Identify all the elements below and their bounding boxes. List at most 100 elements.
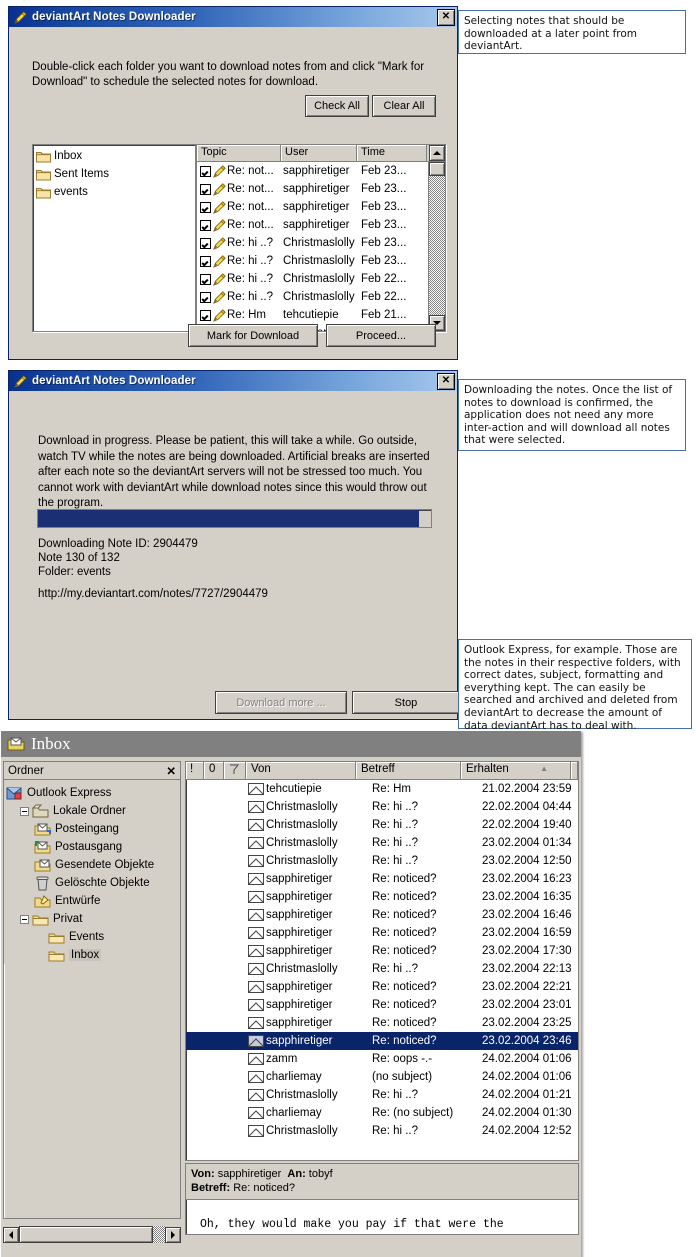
note-user: Christmaslolly bbox=[283, 291, 355, 303]
folder-icon bbox=[48, 930, 65, 945]
message-row[interactable]: sapphiretiger Re: noticed? 23.02.2004 23:2… bbox=[186, 1014, 578, 1032]
scroll-right-button[interactable] bbox=[165, 1226, 181, 1243]
envelope-icon bbox=[248, 837, 264, 849]
note-row[interactable]: Re: not... sapphiretiger Feb 23... bbox=[197, 180, 428, 198]
folder-tree-item-inbox[interactable]: Inbox bbox=[6, 946, 180, 964]
folder-tree-item-events[interactable]: Events bbox=[6, 928, 180, 946]
annotation-outlook-express: Outlook Express, for example. Those are … bbox=[458, 639, 692, 732]
folder-tree-item-outlook-express[interactable]: Outlook Express bbox=[6, 784, 180, 802]
message-row[interactable]: Christmaslolly Re: hi ..? 23.02.2004 22:13 bbox=[186, 960, 578, 978]
outlook-header-title: Inbox bbox=[31, 734, 71, 753]
folder-label: Sent Items bbox=[54, 168, 109, 180]
download-more-button[interactable]: Download more ... bbox=[215, 691, 347, 714]
message-received: 23.02.2004 23:01 bbox=[482, 999, 572, 1011]
hscroll-thumb[interactable] bbox=[19, 1226, 153, 1243]
folders-horizontal-scrollbar[interactable] bbox=[3, 1226, 181, 1243]
folder-tree-item-entw-rfe[interactable]: Entwürfe bbox=[6, 892, 180, 910]
pencil-icon bbox=[213, 254, 226, 268]
note-row[interactable]: Re: not... sapphiretiger Feb 23... bbox=[197, 198, 428, 216]
folders-close-icon[interactable]: ✕ bbox=[166, 764, 176, 778]
folder-tree-item-postausgang[interactable]: Postausgang bbox=[6, 838, 180, 856]
column-header-attachment[interactable]: 0 bbox=[204, 762, 224, 779]
message-row[interactable]: Christmaslolly Re: hi ..? 22.02.2004 04:44 bbox=[186, 798, 578, 816]
note-checkbox[interactable] bbox=[200, 237, 211, 249]
note-checkbox[interactable] bbox=[200, 255, 211, 267]
note-checkbox[interactable] bbox=[200, 309, 211, 321]
tree-expander-icon[interactable] bbox=[20, 914, 29, 924]
window1-titlebar[interactable]: deviantArt Notes Downloader ✕ bbox=[9, 7, 457, 27]
hscroll-track[interactable] bbox=[19, 1226, 165, 1243]
column-header-topic[interactable]: Topic bbox=[197, 145, 281, 161]
close-icon[interactable]: ✕ bbox=[437, 8, 455, 26]
note-checkbox[interactable] bbox=[200, 219, 211, 231]
scrollbar-thumb[interactable] bbox=[429, 162, 445, 176]
folder-list-item[interactable]: events bbox=[33, 183, 195, 201]
column-header-subject[interactable]: Betreff bbox=[356, 762, 461, 779]
note-row[interactable]: Re: not... sapphiretiger Feb 23... bbox=[197, 162, 428, 180]
column-header-priority[interactable]: ! bbox=[186, 762, 204, 779]
proceed-button[interactable]: Proceed... bbox=[326, 324, 436, 347]
notes-list[interactable]: Topic User Time Re: not... sapphiretiger F… bbox=[196, 144, 446, 332]
note-row[interactable]: Re: hi ..? Christmaslolly Feb 23... bbox=[197, 252, 428, 270]
message-row[interactable]: Christmaslolly Re: hi ..? 24.02.2004 12:52 bbox=[186, 1122, 578, 1140]
clear-all-button[interactable]: Clear All bbox=[372, 95, 436, 117]
note-row[interactable]: Re: hi ..? Christmaslolly Feb 23... bbox=[197, 234, 428, 252]
message-row[interactable]: tehcutiepie Re: Hm 21.02.2004 23:59 bbox=[186, 780, 578, 798]
mark-for-download-button[interactable]: Mark for Download bbox=[188, 324, 318, 347]
folder-list[interactable]: Inbox Sent Items events bbox=[32, 144, 196, 332]
message-list[interactable]: ! 0 Von Betreff Erhalten ▲ tehcutiepie Re… bbox=[185, 761, 579, 1161]
column-header-received[interactable]: Erhalten ▲ bbox=[461, 762, 571, 779]
note-checkbox[interactable] bbox=[200, 273, 211, 285]
outlook-bottom-bar bbox=[1, 1244, 581, 1257]
tree-expander-icon[interactable] bbox=[20, 806, 29, 816]
download-status: Downloading Note ID: 2904479 Note 130 of… bbox=[38, 537, 198, 579]
message-row[interactable]: zamm Re: oops -.- 24.02.2004 01:06 bbox=[186, 1050, 578, 1068]
note-checkbox[interactable] bbox=[200, 183, 211, 195]
column-header-flag[interactable] bbox=[224, 762, 246, 779]
envelope-icon bbox=[248, 1125, 264, 1137]
folder-tree-item-gel-schte-objekte[interactable]: Gelöschte Objekte bbox=[6, 874, 180, 892]
message-received: 23.02.2004 17:30 bbox=[482, 945, 572, 957]
notes-vertical-scrollbar[interactable] bbox=[428, 162, 445, 331]
scroll-up-button[interactable] bbox=[429, 145, 445, 161]
message-row[interactable]: sapphiretiger Re: noticed? 23.02.2004 16:3… bbox=[186, 888, 578, 906]
column-header-time[interactable]: Time bbox=[357, 145, 427, 161]
message-row[interactable]: sapphiretiger Re: noticed? 23.02.2004 23:0… bbox=[186, 996, 578, 1014]
folder-tree-item-lokale-ordner[interactable]: Lokale Ordner bbox=[6, 802, 180, 820]
window2-titlebar[interactable]: deviantArt Notes Downloader ✕ bbox=[9, 371, 457, 391]
note-row[interactable]: Re: hi ..? Christmaslolly Feb 22... bbox=[197, 288, 428, 306]
folder-tree-item-gesendete-objekte[interactable]: Gesendete Objekte bbox=[6, 856, 180, 874]
scroll-left-button[interactable] bbox=[3, 1226, 19, 1243]
message-row[interactable]: Christmaslolly Re: hi ..? 24.02.2004 01:21 bbox=[186, 1086, 578, 1104]
close-icon[interactable]: ✕ bbox=[437, 372, 455, 390]
message-row[interactable]: charliemay Re: (no subject) 24.02.2004 01:… bbox=[186, 1104, 578, 1122]
folder-tree-label: Entwürfe bbox=[55, 895, 101, 907]
note-row[interactable]: Re: hi ..? Christmaslolly Feb 22... bbox=[197, 270, 428, 288]
message-row[interactable]: Christmaslolly Re: hi ..? 23.02.2004 01:34 bbox=[186, 834, 578, 852]
note-checkbox[interactable] bbox=[200, 165, 211, 177]
folder-list-item[interactable]: Sent Items bbox=[33, 165, 195, 183]
envelope-icon bbox=[248, 981, 264, 993]
message-from: Christmaslolly bbox=[266, 963, 338, 975]
message-row[interactable]: sapphiretiger Re: noticed? 23.02.2004 16:4… bbox=[186, 906, 578, 924]
stop-button[interactable]: Stop bbox=[352, 691, 460, 714]
column-header-user[interactable]: User bbox=[281, 145, 357, 161]
folder-list-item[interactable]: Inbox bbox=[33, 147, 195, 165]
message-row[interactable]: charliemay (no subject) 24.02.2004 01:06 bbox=[186, 1068, 578, 1086]
note-checkbox[interactable] bbox=[200, 291, 211, 303]
check-all-button[interactable]: Check All bbox=[305, 95, 369, 117]
message-row[interactable]: Christmaslolly Re: hi ..? 23.02.2004 12:50 bbox=[186, 852, 578, 870]
message-row[interactable]: sapphiretiger Re: noticed? 23.02.2004 16:2… bbox=[186, 870, 578, 888]
message-row[interactable]: sapphiretiger Re: noticed? 23.02.2004 16:5… bbox=[186, 924, 578, 942]
folder-tree-item-posteingang[interactable]: Posteingang bbox=[6, 820, 180, 838]
note-row[interactable]: Re: Hm tehcutiepie Feb 21... bbox=[197, 306, 428, 324]
arrow-right-icon bbox=[171, 1230, 175, 1239]
message-row[interactable]: sapphiretiger Re: noticed? 23.02.2004 22:2… bbox=[186, 978, 578, 996]
message-row[interactable]: Christmaslolly Re: hi ..? 22.02.2004 19:40 bbox=[186, 816, 578, 834]
note-checkbox[interactable] bbox=[200, 201, 211, 213]
column-header-from[interactable]: Von bbox=[246, 762, 356, 779]
message-row[interactable]: sapphiretiger Re: noticed? 23.02.2004 17:3… bbox=[186, 942, 578, 960]
message-row[interactable]: sapphiretiger Re: noticed? 23.02.2004 23:4… bbox=[186, 1032, 578, 1050]
folder-tree-item-privat[interactable]: Privat bbox=[6, 910, 180, 928]
note-row[interactable]: Re: not... sapphiretiger Feb 23... bbox=[197, 216, 428, 234]
